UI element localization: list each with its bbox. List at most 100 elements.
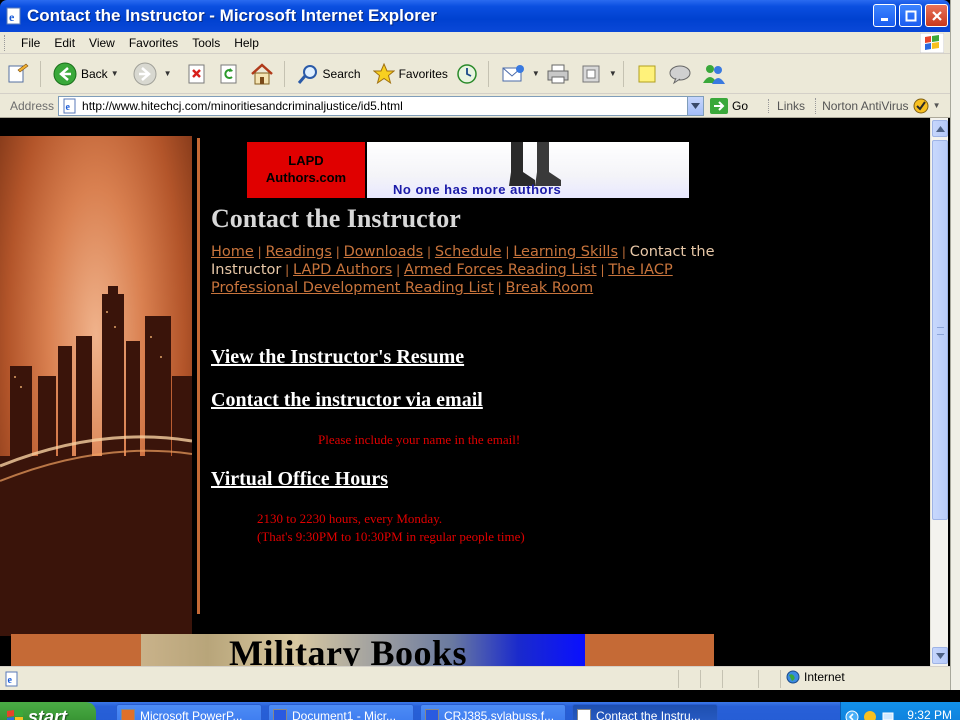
menu-view[interactable]: View	[82, 36, 122, 50]
go-button[interactable]: Go	[710, 97, 748, 114]
chevron-up-icon	[935, 125, 945, 132]
menu-bar: File Edit View Favorites Tools Help	[0, 32, 950, 54]
forward-arrow-icon	[133, 62, 157, 85]
task-ie-contact-instructor[interactable]: Contact the Instru...	[572, 704, 718, 720]
tray-arrow-icon[interactable]	[845, 710, 859, 720]
military-books-banner[interactable]: Military Books	[11, 634, 714, 666]
stop-icon	[188, 64, 205, 83]
windows-logo-icon	[7, 709, 23, 720]
address-input[interactable]: e http://www.hitechcj.com/minoritiesandc…	[58, 95, 705, 116]
edit-dropdown-icon[interactable]: ▼	[609, 69, 617, 78]
ie-icon	[577, 709, 591, 720]
nav-break-room[interactable]: Break Room	[505, 280, 593, 296]
minimize-button[interactable]	[873, 4, 896, 27]
notes-button[interactable]	[636, 59, 662, 89]
edit-page-icon	[8, 63, 29, 82]
menu-tools[interactable]: Tools	[185, 36, 227, 50]
nav-lapd-authors[interactable]: LAPD Authors	[293, 262, 392, 278]
page-viewport: LAPD Authors.com No one has more authors…	[0, 118, 930, 666]
lapd-authors-banner[interactable]: LAPD Authors.com No one has more authors	[247, 142, 689, 198]
search-button[interactable]: Search	[297, 59, 361, 89]
email-note: Please include your name in the email!	[318, 432, 521, 447]
nav-downloads[interactable]: Downloads	[344, 244, 424, 260]
favorites-star-icon	[372, 62, 395, 84]
norton-antivirus-toolbar[interactable]: Norton AntiVirus ▼	[815, 97, 941, 114]
task-powerpoint[interactable]: Microsoft PowerP...	[116, 704, 262, 720]
nav-readings[interactable]: Readings	[266, 244, 332, 260]
discuss-bubble-icon	[669, 65, 691, 84]
norton-dropdown-icon[interactable]: ▼	[933, 101, 941, 110]
start-button[interactable]: start	[0, 702, 96, 720]
address-bar: Address e http://www.hitechcj.com/minori…	[0, 94, 950, 118]
norton-tray-icon[interactable]	[863, 710, 877, 720]
word-icon	[425, 709, 439, 720]
vertical-scrollbar[interactable]	[930, 118, 948, 666]
nav-armed-forces-reading-list[interactable]: Armed Forces Reading List	[404, 262, 597, 278]
print-button[interactable]	[546, 59, 574, 89]
start-label: start	[28, 706, 68, 720]
window-edge	[950, 0, 960, 692]
menu-favorites[interactable]: Favorites	[122, 36, 185, 50]
resume-link[interactable]: View the Instructor's Resume	[211, 346, 464, 369]
chevron-down-icon	[935, 652, 945, 659]
refresh-button[interactable]	[218, 59, 244, 89]
refresh-icon	[220, 64, 237, 83]
scroll-up-button[interactable]	[932, 120, 948, 137]
printer-icon	[547, 64, 569, 83]
back-dropdown-icon[interactable]: ▼	[111, 69, 119, 78]
close-button[interactable]	[925, 4, 948, 27]
email-link[interactable]: Contact the instructor via email	[211, 389, 483, 412]
globe-icon	[786, 670, 800, 684]
discuss-button[interactable]	[668, 59, 696, 89]
mail-button[interactable]: ▼	[501, 59, 540, 89]
zone-label: Internet	[804, 670, 845, 684]
scroll-thumb[interactable]	[932, 140, 948, 520]
status-bar: e Internet	[0, 666, 950, 690]
mail-dropdown-icon[interactable]: ▼	[532, 69, 540, 78]
hours-line-2: (That's 9:30PM to 10:30PM in regular peo…	[257, 529, 525, 544]
nav-home[interactable]: Home	[211, 244, 254, 260]
logo-line2: Authors.com	[265, 170, 347, 185]
svg-text:e: e	[8, 675, 13, 686]
page-title: Contact the Instructor	[211, 204, 461, 233]
sticky-note-icon	[638, 65, 656, 82]
maximize-button[interactable]	[899, 4, 922, 27]
history-button[interactable]	[456, 59, 482, 89]
home-button[interactable]	[250, 59, 278, 89]
address-label: Address	[10, 98, 55, 113]
task-word-syllabus[interactable]: CRJ385.sylabuss.f...	[420, 704, 566, 720]
edit-page-button[interactable]	[6, 59, 34, 89]
menu-edit[interactable]: Edit	[47, 36, 82, 50]
scroll-down-button[interactable]	[932, 647, 948, 664]
nav-learning-skills[interactable]: Learning Skills	[513, 244, 618, 260]
powerpoint-icon	[121, 709, 135, 720]
network-tray-icon[interactable]	[881, 710, 895, 720]
menu-grip	[4, 34, 8, 51]
menu-file[interactable]: File	[14, 36, 47, 50]
edit-button[interactable]: ▼	[580, 59, 617, 89]
office-hours-link[interactable]: Virtual Office Hours	[211, 468, 388, 491]
edit-window-icon	[582, 65, 600, 82]
favorites-button[interactable]: Favorites	[372, 59, 448, 89]
back-arrow-icon	[53, 62, 77, 85]
banner-tagline: No one has more authors	[393, 182, 562, 197]
favorites-label: Favorites	[398, 66, 448, 81]
site-navigation: Home | Readings | Downloads | Schedule |…	[211, 244, 715, 296]
page-favicon-icon: e	[63, 98, 76, 113]
word-icon	[273, 709, 287, 720]
forward-dropdown-icon[interactable]: ▼	[164, 69, 172, 78]
nav-schedule[interactable]: Schedule	[435, 244, 502, 260]
minimize-icon	[880, 17, 888, 21]
system-tray: 9:32 PM	[840, 702, 960, 720]
chevron-down-icon	[691, 102, 701, 109]
menu-help[interactable]: Help	[227, 36, 266, 50]
stop-button[interactable]	[186, 59, 212, 89]
forward-button[interactable]: ▼	[133, 59, 172, 89]
back-button[interactable]: Back ▼	[53, 59, 119, 89]
messenger-button[interactable]	[702, 59, 730, 89]
address-dropdown-button[interactable]	[687, 96, 704, 115]
task-word-document1[interactable]: Document1 - Micr...	[268, 704, 414, 720]
go-arrow-icon	[710, 97, 729, 114]
links-toolbar[interactable]: Links	[768, 98, 805, 113]
svg-text:e: e	[9, 10, 15, 24]
